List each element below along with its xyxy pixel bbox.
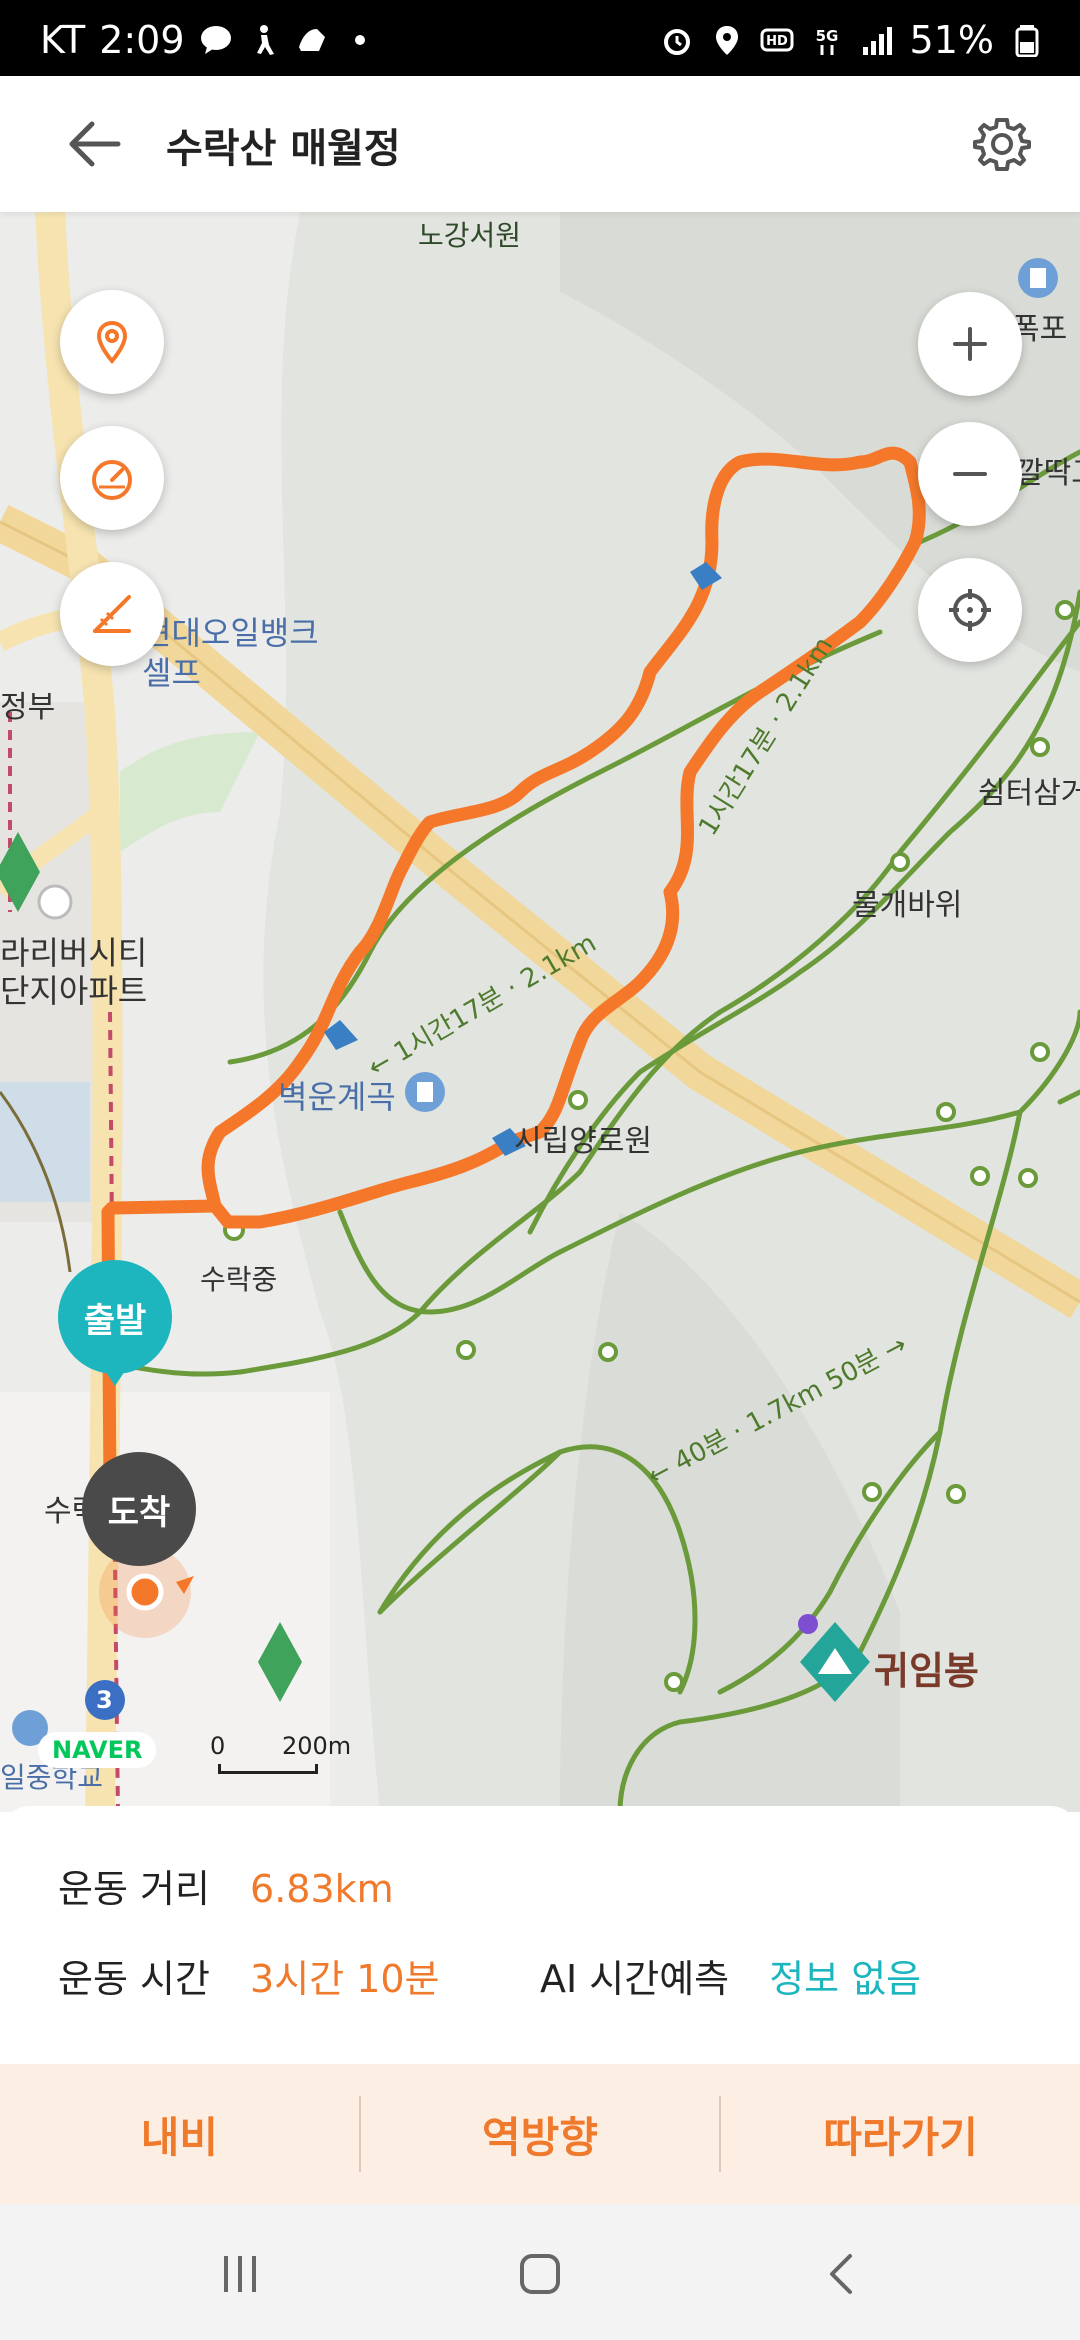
distance-value: 6.83km bbox=[250, 1867, 394, 1911]
svg-text:5G: 5G bbox=[815, 27, 838, 45]
gear-icon[interactable] bbox=[970, 112, 1034, 176]
navigation-button[interactable]: 내비 bbox=[0, 2064, 359, 2204]
speedometer-button[interactable] bbox=[60, 426, 164, 530]
hiking-icon bbox=[256, 25, 274, 55]
distance-row: 운동 거리 6.83km bbox=[58, 1858, 394, 1913]
label-shelter: 쉼터삼거 bbox=[978, 776, 1080, 811]
route-marker-number: 3 bbox=[96, 1686, 113, 1714]
time-label: 운동 시간 bbox=[58, 1957, 210, 2001]
app-header: 수락산 매월정 bbox=[0, 76, 1080, 212]
5g-icon: 5G bbox=[815, 27, 838, 55]
scale-label: 200m bbox=[282, 1732, 352, 1760]
alarm-icon bbox=[663, 29, 690, 55]
speedometer-icon bbox=[92, 460, 132, 500]
action-bar: 내비 역방향 따라가기 bbox=[0, 2064, 1080, 2204]
naver-logo: NAVER bbox=[38, 1732, 157, 1768]
measure-button[interactable] bbox=[60, 562, 164, 666]
map-canvas bbox=[0, 212, 1080, 1812]
zoom-out-icon bbox=[953, 472, 987, 476]
screen: KT 2:09 HD 5G 51% 수락산 매월정 노강서원 폭포 깔딱 쉼터삼… bbox=[0, 0, 1080, 2340]
ai-row: AI 시간예측 정보 없음 bbox=[540, 1948, 921, 2003]
zoom-in-icon bbox=[953, 327, 987, 361]
label-mulgae: 물개바위 bbox=[852, 888, 963, 923]
system-nav-bar bbox=[0, 2204, 1080, 2340]
label-nogang: 노강서원 bbox=[418, 219, 522, 252]
shoe-icon bbox=[298, 29, 325, 51]
time-row: 운동 시간 3시간 10분 bbox=[58, 1948, 440, 2003]
carrier-label: KT bbox=[40, 18, 86, 62]
distance-label: 운동 거리 bbox=[58, 1867, 210, 1911]
location-pin-icon bbox=[96, 320, 128, 365]
hd-icon: HD bbox=[760, 28, 794, 52]
start-marker[interactable]: 출발 bbox=[58, 1260, 172, 1400]
status-right: HD 5G 51% bbox=[660, 18, 1044, 62]
label-nursing: 시립양로원 bbox=[514, 1124, 652, 1159]
time-value: 3시간 10분 bbox=[250, 1957, 440, 2001]
scale-bar bbox=[218, 1764, 318, 1774]
location-pin-button[interactable] bbox=[60, 290, 164, 394]
ai-label: AI 시간예측 bbox=[540, 1957, 730, 2001]
ai-value: 정보 없음 bbox=[769, 1957, 922, 2001]
status-bar: KT 2:09 HD 5G 51% bbox=[0, 0, 1080, 76]
signal-icon bbox=[862, 27, 892, 55]
dot-icon bbox=[354, 35, 365, 45]
label-peak: 귀임봉 bbox=[874, 1649, 979, 1693]
label-left-cut: 정부 bbox=[0, 690, 56, 725]
recent-apps-icon[interactable] bbox=[216, 2250, 264, 2298]
map-view[interactable]: 노강서원 폭포 깔딱고 쉼터삼거 물개바위 현대오일뱅크 셀프 정부 라리버시티… bbox=[0, 212, 1080, 1812]
my-location-icon bbox=[949, 589, 991, 631]
reverse-button[interactable]: 역방향 bbox=[361, 2064, 720, 2204]
label-kkalttak: 깔딱고 bbox=[1016, 456, 1080, 491]
label-suranjung: 수락중 bbox=[200, 1263, 278, 1296]
page-title: 수락산 매월정 bbox=[166, 126, 401, 172]
scale-zero: 0 bbox=[210, 1732, 226, 1760]
battery-percent: 51% bbox=[909, 18, 994, 62]
home-icon[interactable] bbox=[516, 2250, 564, 2298]
status-left: KT 2:09 bbox=[40, 18, 377, 62]
zoom-in-button[interactable] bbox=[918, 292, 1022, 396]
back-icon[interactable] bbox=[818, 2250, 866, 2298]
label-oilbank-2: 셀프 bbox=[142, 654, 201, 692]
label-apt-2: 단지아파트 bbox=[0, 972, 148, 1010]
svg-text:HD: HD bbox=[766, 34, 788, 49]
battery-icon bbox=[1015, 25, 1039, 57]
arrow-left-icon[interactable] bbox=[60, 114, 126, 174]
zoom-out-button[interactable] bbox=[918, 422, 1022, 526]
talk-icon bbox=[200, 26, 231, 54]
measure-icon bbox=[93, 595, 131, 633]
start-marker-tip bbox=[95, 1356, 135, 1386]
clock: 2:09 bbox=[99, 18, 185, 62]
follow-button[interactable]: 따라가기 bbox=[721, 2064, 1080, 2204]
end-marker[interactable]: 도착 bbox=[82, 1452, 196, 1566]
my-location-button[interactable] bbox=[918, 558, 1022, 662]
location-icon bbox=[715, 26, 738, 55]
info-panel: 운동 거리 6.83km 운동 시간 3시간 10분 AI 시간예측 정보 없음 bbox=[0, 1806, 1080, 2066]
